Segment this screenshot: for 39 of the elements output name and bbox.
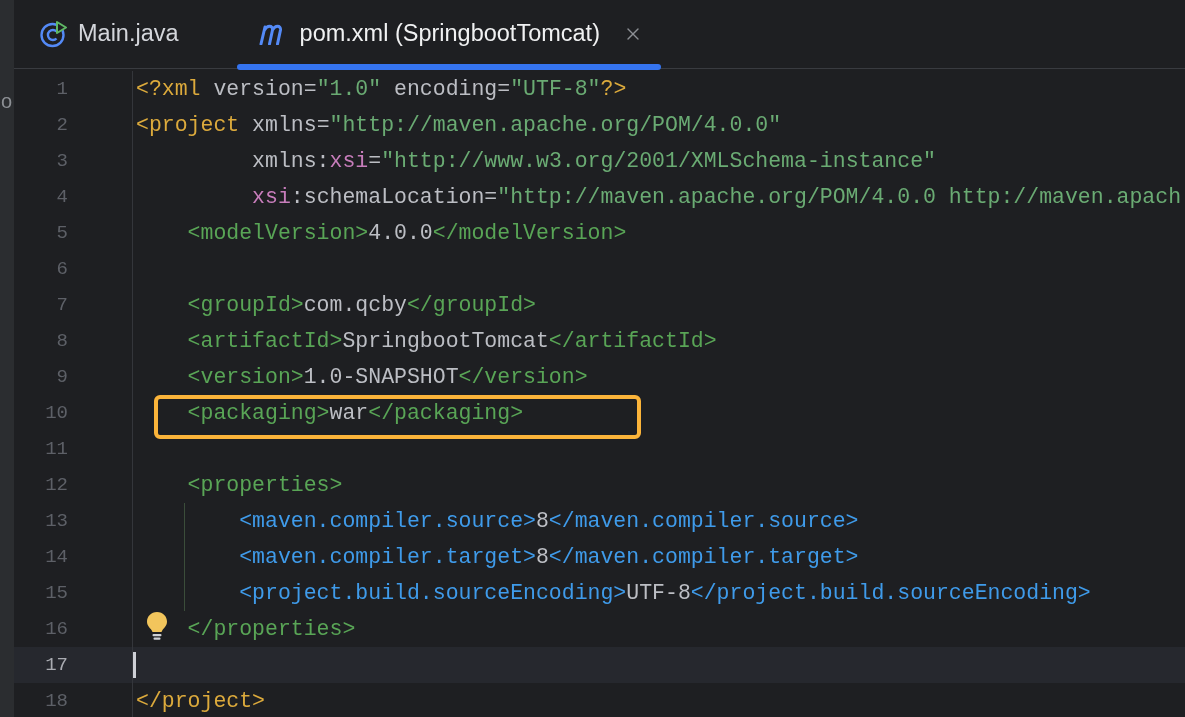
- code-line: </properties>: [187, 615, 356, 643]
- line-number: 4: [56, 185, 68, 208]
- line-number: 12: [45, 473, 68, 496]
- file-tab[interactable]: pom.xml (SpringbootTomcat): [236, 0, 661, 68]
- code-line: <maven.compiler.source>8</maven.compiler.source>: [239, 507, 859, 535]
- lightbulb-icon[interactable]: [146, 611, 168, 642]
- file-tab[interactable]: Main.java: [14, 0, 237, 68]
- line-number: 18: [45, 689, 68, 712]
- line-number: 14: [45, 545, 68, 568]
- code-line: <packaging>war</packaging>: [187, 399, 524, 427]
- code-line: <maven.compiler.target>8</maven.compiler.target>: [239, 543, 859, 571]
- code-line: xsi:schemaLocation="http://maven.apache.org/POM/4.0.0 http://maven.apach: [252, 183, 1182, 211]
- code-line: <project xmlns="http://maven.apache.org/POM/4.0.0": [136, 111, 782, 139]
- code-line: <groupId>com.qcby</groupId>: [187, 291, 536, 319]
- line-number: 16: [45, 617, 68, 640]
- side-panel-label: o: [0, 89, 14, 113]
- line-number: 2: [56, 113, 68, 136]
- code-line: </project>: [136, 687, 266, 715]
- line-number: 3: [56, 149, 68, 172]
- line-number: 5: [56, 221, 68, 244]
- code-line: <project.build.sourceEncoding>UTF-8</project.build.sourceEncoding>: [239, 579, 1091, 607]
- code-line: <?xml version="1.0" encoding="UTF-8"?>: [136, 75, 627, 103]
- code-line: xmlns:xsi="http://www.w3.org/2001/XMLSchema-instance": [252, 147, 936, 175]
- code-line: <artifactId>SpringbootTomcat</artifactId>: [187, 327, 717, 355]
- line-number: 9: [56, 365, 68, 388]
- line-number: 1: [56, 77, 68, 100]
- line-number: 8: [56, 329, 68, 352]
- line-number: 17: [45, 653, 68, 676]
- line-number: 6: [56, 257, 68, 280]
- line-number: 15: [45, 581, 68, 604]
- code-line: <modelVersion>4.0.0</modelVersion>: [187, 219, 627, 247]
- line-number: 11: [45, 437, 68, 460]
- code-line: <version>1.0-SNAPSHOT</version>: [187, 363, 588, 391]
- circle-c-icon: [40, 20, 67, 48]
- line-number: 7: [56, 293, 68, 316]
- text-caret: [133, 652, 136, 678]
- code-line: <properties>: [187, 471, 343, 499]
- line-number: 13: [45, 509, 68, 532]
- line-number: 10: [45, 401, 68, 424]
